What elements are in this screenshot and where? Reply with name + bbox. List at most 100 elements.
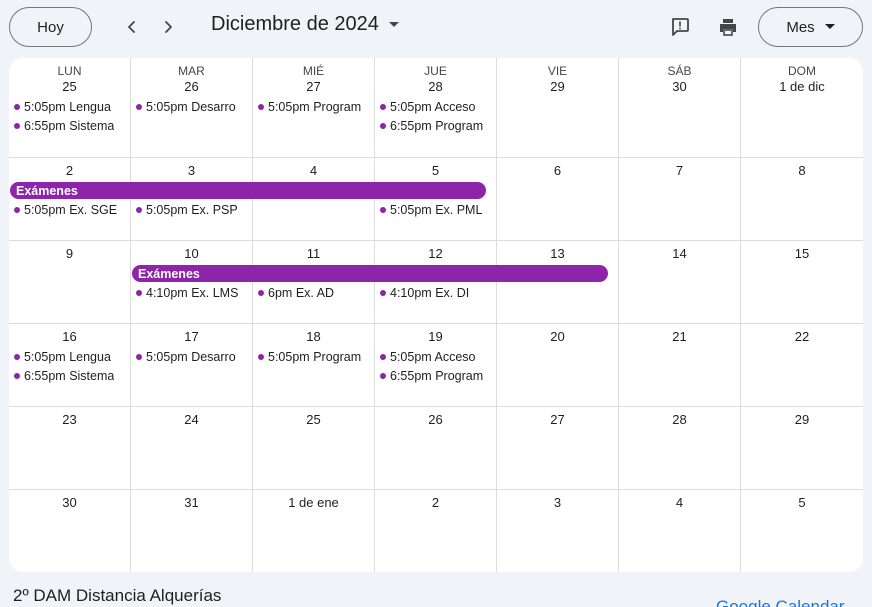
event-chip[interactable]: 5:05pm Ex. SGE [14,201,126,218]
day-number[interactable]: 26 [131,79,252,94]
day-number[interactable]: 5 [375,163,496,178]
day-cell[interactable]: 30 [9,490,131,572]
event-chip[interactable]: 5:05pm Acceso [380,98,492,115]
day-cell[interactable]: 14 [619,241,741,324]
day-number[interactable]: 27 [253,79,374,94]
day-cell[interactable]: 13 [497,241,619,324]
day-number[interactable]: 25 [253,412,374,427]
allday-event-bar[interactable]: Exámenes [10,182,486,199]
day-cell[interactable]: 23 [9,407,131,490]
day-cell[interactable]: DOM 1 de dic [741,58,863,158]
day-cell[interactable]: 4 [253,158,375,241]
day-number[interactable]: 6 [497,163,618,178]
day-cell[interactable]: 31 [131,490,253,572]
event-chip[interactable]: 5:05pm Lengua [14,98,126,115]
day-cell[interactable]: 5 5:05pm Ex. PML [375,158,497,241]
day-number[interactable]: 13 [497,246,618,261]
day-cell[interactable]: 3 5:05pm Ex. PSP [131,158,253,241]
next-month-button[interactable] [153,12,183,42]
day-number[interactable]: 22 [741,329,863,344]
event-chip[interactable]: 5:05pm Ex. PML [380,201,492,218]
day-number[interactable]: 15 [741,246,863,261]
month-title-dropdown[interactable]: Diciembre de 2024 [211,13,399,36]
day-cell[interactable]: 16 5:05pm Lengua 6:55pm Sistema [9,324,131,407]
day-number[interactable]: 9 [9,246,130,261]
day-cell[interactable]: 15 [741,241,863,324]
day-cell[interactable]: VIE 29 [497,58,619,158]
day-number[interactable]: 20 [497,329,618,344]
day-cell[interactable]: 11 6pm Ex. AD [253,241,375,324]
day-number[interactable]: 3 [131,163,252,178]
day-cell[interactable]: 1 de ene [253,490,375,572]
day-cell[interactable]: 21 [619,324,741,407]
day-cell[interactable]: MIÉ 27 5:05pm Program [253,58,375,158]
day-number[interactable]: 17 [131,329,252,344]
day-cell[interactable]: JUE 28 5:05pm Acceso 6:55pm Program [375,58,497,158]
day-cell[interactable]: LUN 25 5:05pm Lengua 6:55pm Sistema [9,58,131,158]
day-number[interactable]: 1 de dic [741,79,863,94]
day-number[interactable]: 28 [375,79,496,94]
event-chip[interactable]: 6pm Ex. AD [258,284,370,301]
day-number[interactable]: 2 [375,495,496,510]
feedback-button[interactable] [665,12,695,42]
event-chip[interactable]: 5:05pm Desarro [136,98,248,115]
view-selector-button[interactable]: Mes [758,7,863,47]
day-number[interactable]: 27 [497,412,618,427]
day-number[interactable]: 18 [253,329,374,344]
print-button[interactable] [713,12,743,42]
day-number[interactable]: 12 [375,246,496,261]
day-cell[interactable]: 7 [619,158,741,241]
day-cell[interactable]: 5 [741,490,863,572]
day-number[interactable]: 4 [253,163,374,178]
event-chip[interactable]: 5:05pm Lengua [14,348,126,365]
event-chip[interactable]: 5:05pm Desarro [136,348,248,365]
day-number[interactable]: 23 [9,412,130,427]
day-cell[interactable]: 18 5:05pm Program [253,324,375,407]
day-cell[interactable]: 2 [375,490,497,572]
day-number[interactable]: 7 [619,163,740,178]
day-cell[interactable]: SÁB 30 [619,58,741,158]
day-cell[interactable]: 2 5:05pm Ex. SGE [9,158,131,241]
day-number[interactable]: 8 [741,163,863,178]
allday-event-bar[interactable]: Exámenes [132,265,608,282]
day-cell[interactable]: 12 4:10pm Ex. DI [375,241,497,324]
event-chip[interactable]: 6:55pm Program [380,117,492,134]
day-cell[interactable]: 22 [741,324,863,407]
event-chip[interactable]: 5:05pm Program [258,348,370,365]
day-number[interactable]: 25 [9,79,130,94]
event-chip[interactable]: 6:55pm Program [380,367,492,384]
day-number[interactable]: 28 [619,412,740,427]
day-cell[interactable]: MAR 26 5:05pm Desarro [131,58,253,158]
day-number[interactable]: 3 [497,495,618,510]
day-number[interactable]: 29 [741,412,863,427]
day-cell[interactable]: 17 5:05pm Desarro [131,324,253,407]
day-number[interactable]: 5 [741,495,863,510]
day-cell[interactable]: 19 5:05pm Acceso 6:55pm Program [375,324,497,407]
day-cell[interactable]: 29 [741,407,863,490]
day-number[interactable]: 10 [131,246,252,261]
day-cell[interactable]: 4 [619,490,741,572]
day-number[interactable]: 1 de ene [253,495,374,510]
day-number[interactable]: 30 [9,495,130,510]
day-number[interactable]: 2 [9,163,130,178]
event-chip[interactable]: 5:05pm Program [258,98,370,115]
day-number[interactable]: 19 [375,329,496,344]
google-calendar-link[interactable]: Google Calendar [716,597,845,607]
day-number[interactable]: 11 [253,246,374,261]
day-cell[interactable]: 25 [253,407,375,490]
day-number[interactable]: 30 [619,79,740,94]
day-cell[interactable]: 10 4:10pm Ex. LMS [131,241,253,324]
day-cell[interactable]: 20 [497,324,619,407]
day-number[interactable]: 16 [9,329,130,344]
day-cell[interactable]: 9 [9,241,131,324]
event-chip[interactable]: 4:10pm Ex. LMS [136,284,248,301]
day-cell[interactable]: 6 [497,158,619,241]
event-chip[interactable]: 5:05pm Ex. PSP [136,201,248,218]
event-chip[interactable]: 4:10pm Ex. DI [380,284,492,301]
day-cell[interactable]: 24 [131,407,253,490]
day-number[interactable]: 24 [131,412,252,427]
event-chip[interactable]: 5:05pm Acceso [380,348,492,365]
day-number[interactable]: 21 [619,329,740,344]
day-cell[interactable]: 3 [497,490,619,572]
day-cell[interactable]: 27 [497,407,619,490]
